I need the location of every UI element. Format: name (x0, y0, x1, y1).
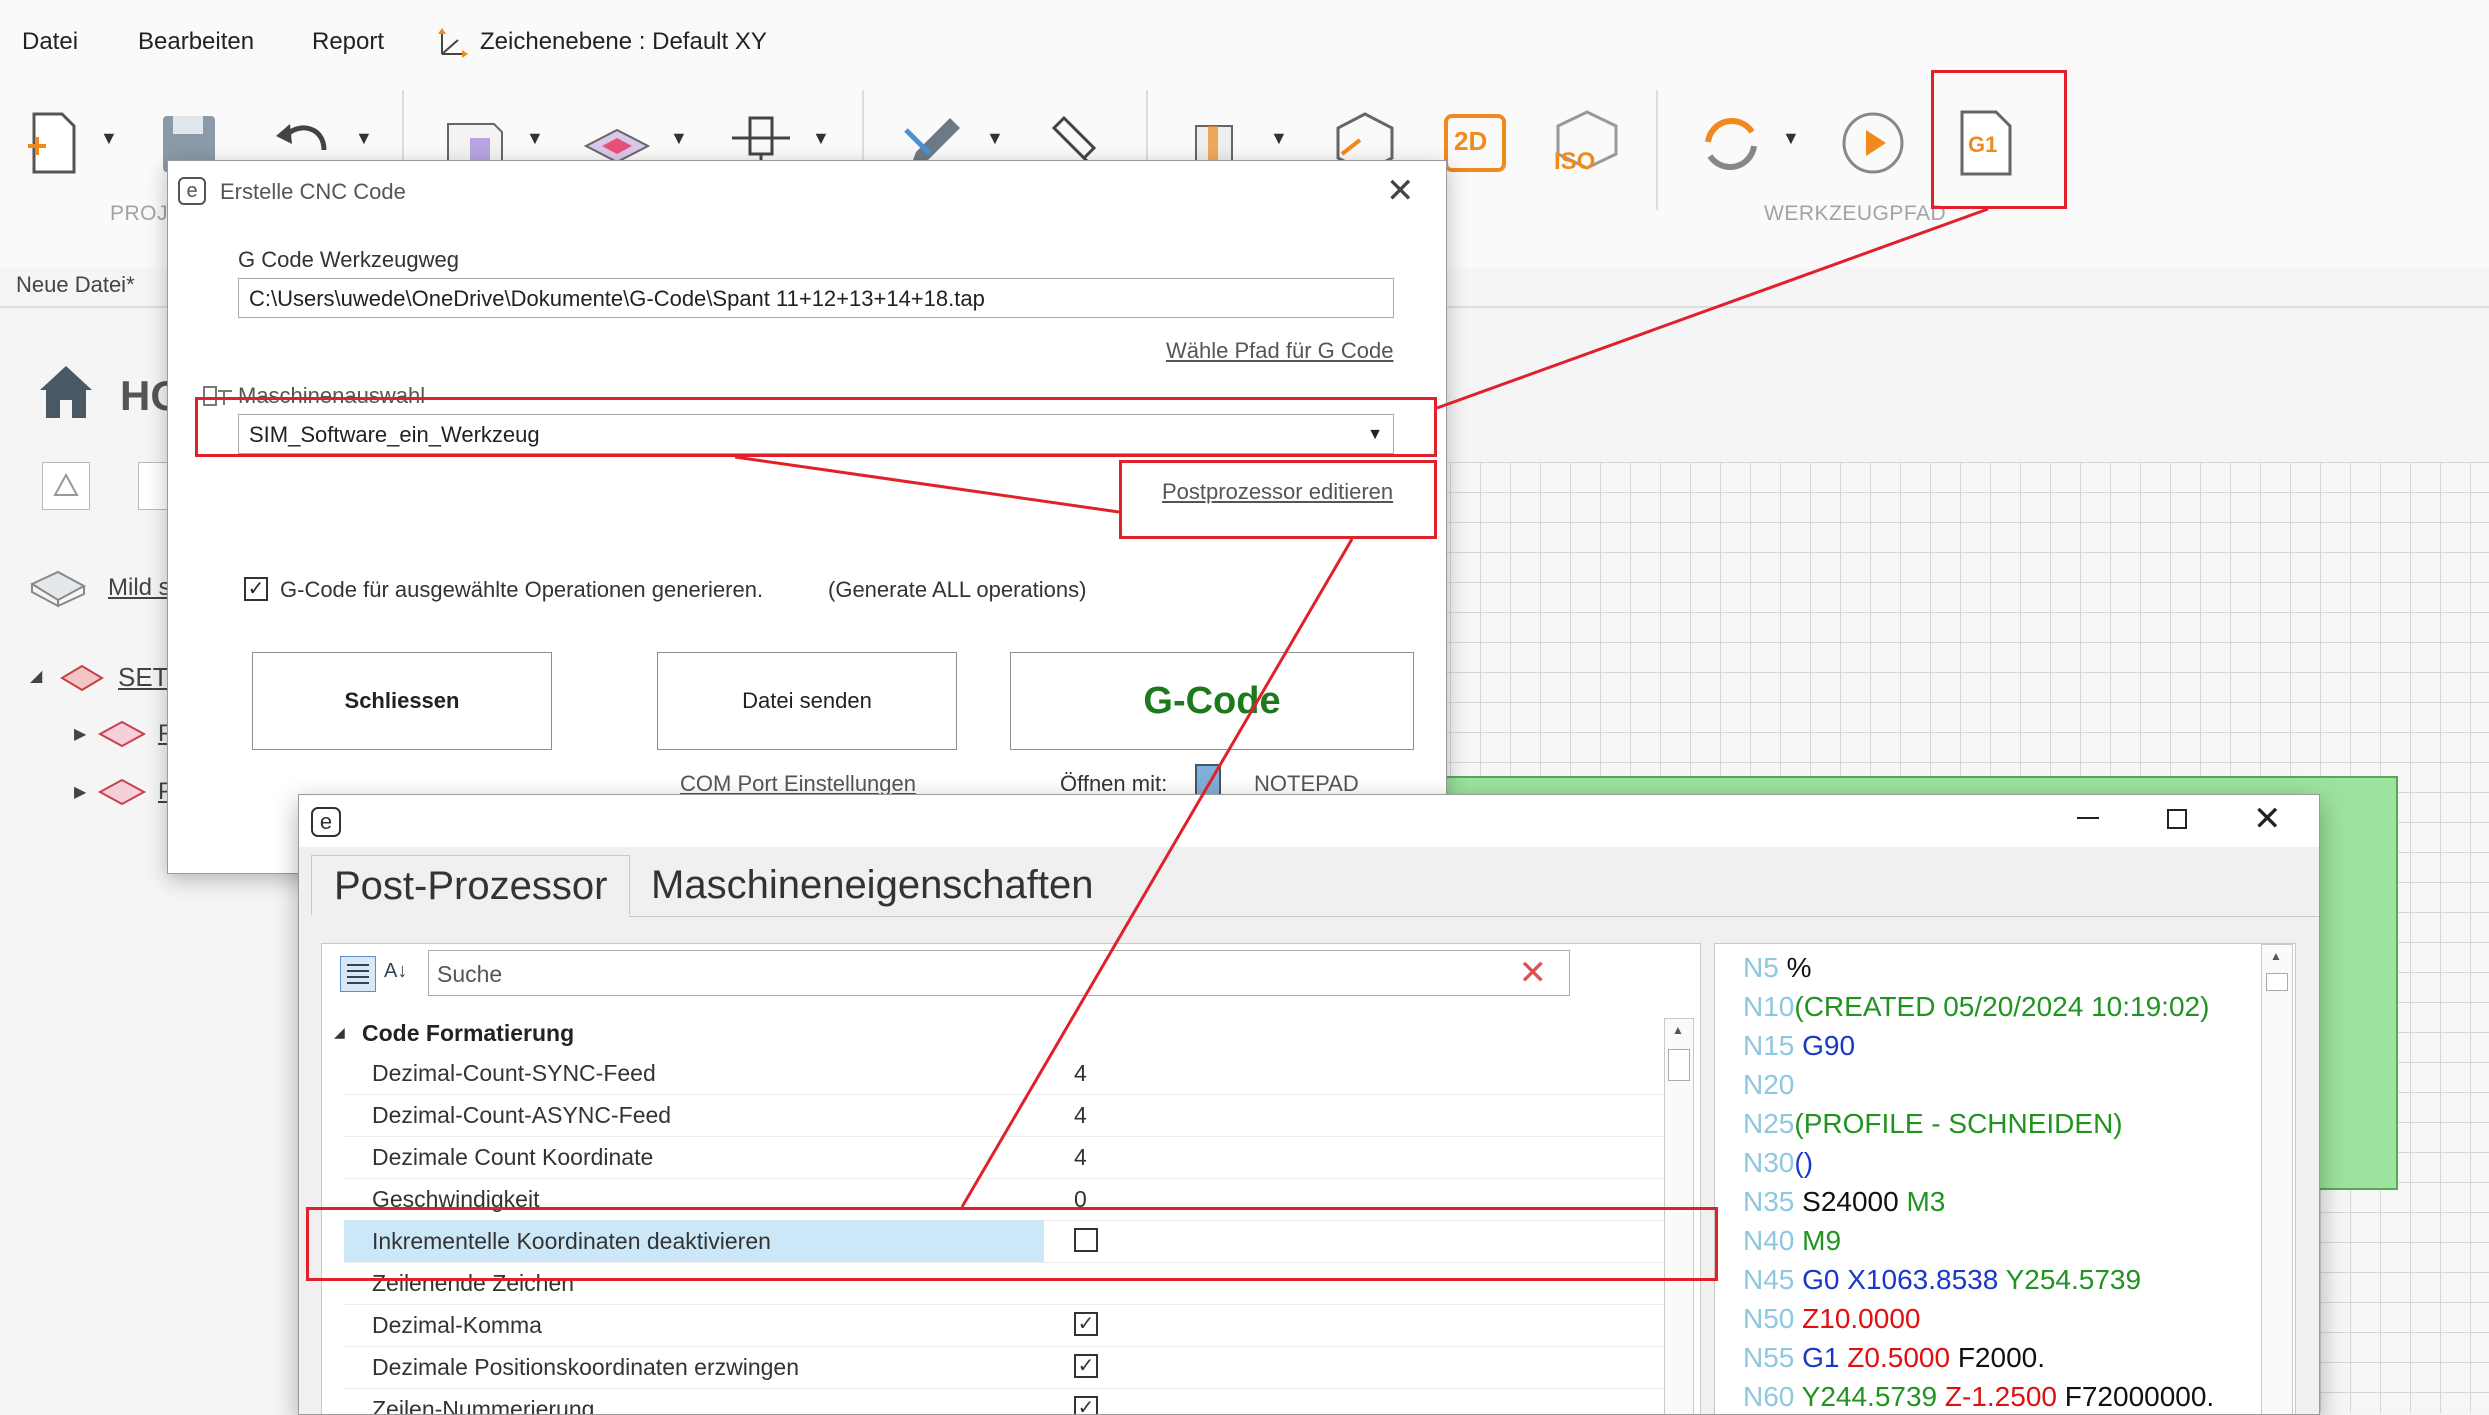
annotation-lines (734, 207, 1989, 1208)
